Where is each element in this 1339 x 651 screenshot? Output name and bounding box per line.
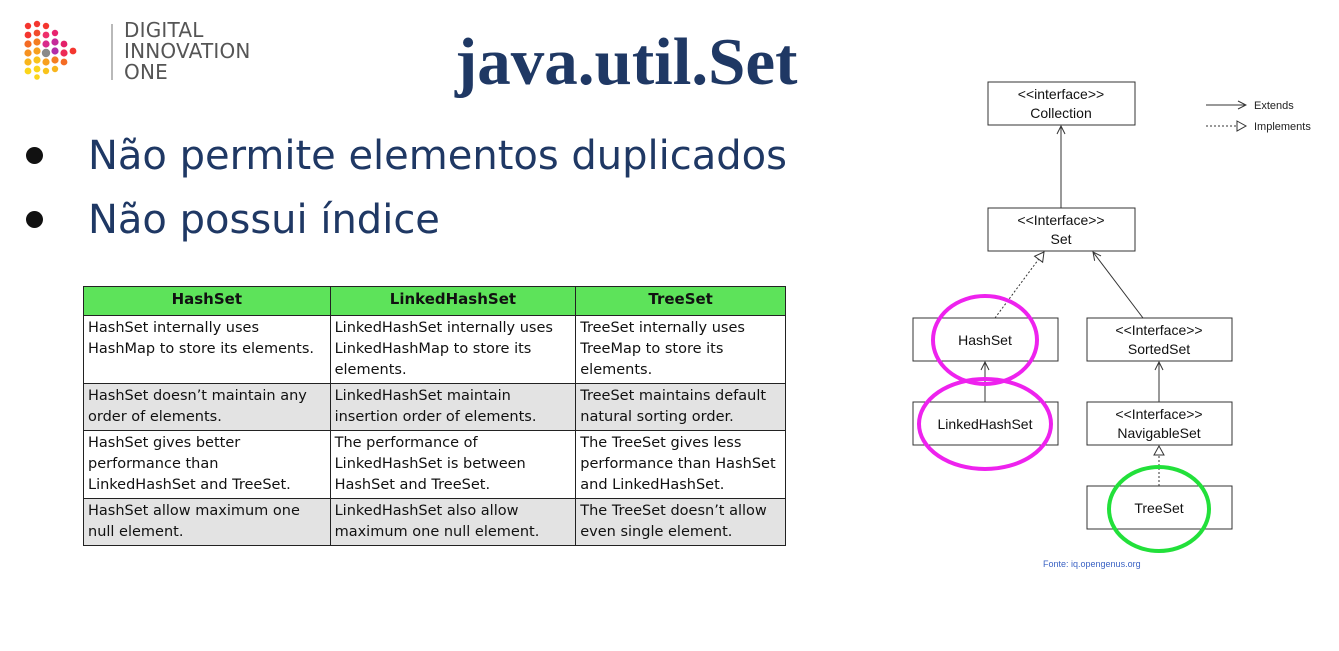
navigableset-node: <<Interface>> NavigableSet xyxy=(1086,401,1233,446)
dio-logo-icon xyxy=(24,20,77,80)
node-name: HashSet xyxy=(958,332,1012,348)
set-hierarchy-diagram: <<interface>> Collection <<Interface>> S… xyxy=(912,81,1311,569)
table-cell: LinkedHashSet internally uses LinkedHash… xyxy=(329,315,577,384)
table-cell: LinkedHashSet maintain insertion order o… xyxy=(329,383,577,431)
digital-innovation-one-logo: DIGITAL INNOVATION ONE xyxy=(20,14,270,84)
bullet-dot-icon xyxy=(26,211,43,228)
node-stereotype: <<interface>> xyxy=(1018,86,1104,102)
table-cell: TreeSet maintains default natural sortin… xyxy=(575,383,786,431)
bullet-list: Não permite elementos duplicados Não pos… xyxy=(18,130,787,258)
table-header-row: HashSet LinkedHashSet TreeSet xyxy=(83,286,786,316)
node-name: Collection xyxy=(1030,105,1091,121)
table-cell: HashSet doesn’t maintain any order of el… xyxy=(83,383,331,431)
bullet-text: Não permite elementos duplicados xyxy=(88,133,787,179)
linkedhashset-node: LinkedHashSet xyxy=(912,401,1059,446)
logo-wordmark: DIGITAL INNOVATION ONE xyxy=(124,20,251,83)
node-name: LinkedHashSet xyxy=(938,416,1033,432)
bullet-dot-icon xyxy=(26,147,43,164)
set-node: <<Interface>> Set xyxy=(987,207,1136,252)
bullet-text: Não possui índice xyxy=(88,197,440,243)
table-cell: The TreeSet doesn’t allow even single el… xyxy=(575,498,786,546)
legend-extends-label: Extends xyxy=(1254,100,1294,112)
column-header: LinkedHashSet xyxy=(329,286,577,316)
table-cell: HashSet gives better performance than Li… xyxy=(83,430,331,499)
logo-divider xyxy=(111,24,113,80)
set-comparison-table: HashSet LinkedHashSet TreeSet HashSet in… xyxy=(83,286,786,546)
node-name: TreeSet xyxy=(1134,500,1183,516)
legend-implements-label: Implements xyxy=(1254,121,1311,133)
table-cell: LinkedHashSet also allow maximum one nul… xyxy=(329,498,577,546)
table-row: HashSet gives better performance than Li… xyxy=(83,430,786,499)
node-stereotype: <<Interface>> xyxy=(1115,322,1202,338)
node-stereotype: <<Interface>> xyxy=(1017,212,1104,228)
table-cell: The performance of LinkedHashSet is betw… xyxy=(329,430,577,499)
bullet-item: Não possui índice xyxy=(18,194,787,258)
logo-line-1: DIGITAL xyxy=(124,18,204,42)
node-stereotype: <<Interface>> xyxy=(1115,406,1202,422)
sortedset-node: <<Interface>> SortedSet xyxy=(1086,317,1233,362)
column-header: HashSet xyxy=(83,286,331,316)
table-row: HashSet internally uses HashMap to store… xyxy=(83,315,786,384)
column-header: TreeSet xyxy=(575,286,786,316)
logo-line-3: ONE xyxy=(124,60,168,84)
slide-title: java.util.Set xyxy=(455,25,798,99)
table-row: HashSet doesn’t maintain any order of el… xyxy=(83,383,786,431)
bullet-item: Não permite elementos duplicados xyxy=(18,130,787,194)
collection-node: <<interface>> Collection xyxy=(987,81,1136,126)
node-name: SortedSet xyxy=(1128,341,1190,357)
sortedset-extends-set-arrow xyxy=(1093,252,1144,319)
node-name: NavigableSet xyxy=(1117,425,1200,441)
table-cell: The TreeSet gives less performance than … xyxy=(575,430,786,499)
table-row: HashSet allow maximum one null element. … xyxy=(83,498,786,546)
table-cell: TreeSet internally uses TreeMap to store… xyxy=(575,315,786,384)
diagram-source: Fonte: iq.opengenus.org xyxy=(1043,559,1141,569)
table-cell: HashSet internally uses HashMap to store… xyxy=(83,315,331,384)
table-cell: HashSet allow maximum one null element. xyxy=(83,498,331,546)
logo-line-2: INNOVATION xyxy=(124,39,251,63)
diagram-legend: Extends Implements xyxy=(1206,100,1311,133)
node-name: Set xyxy=(1050,231,1071,247)
